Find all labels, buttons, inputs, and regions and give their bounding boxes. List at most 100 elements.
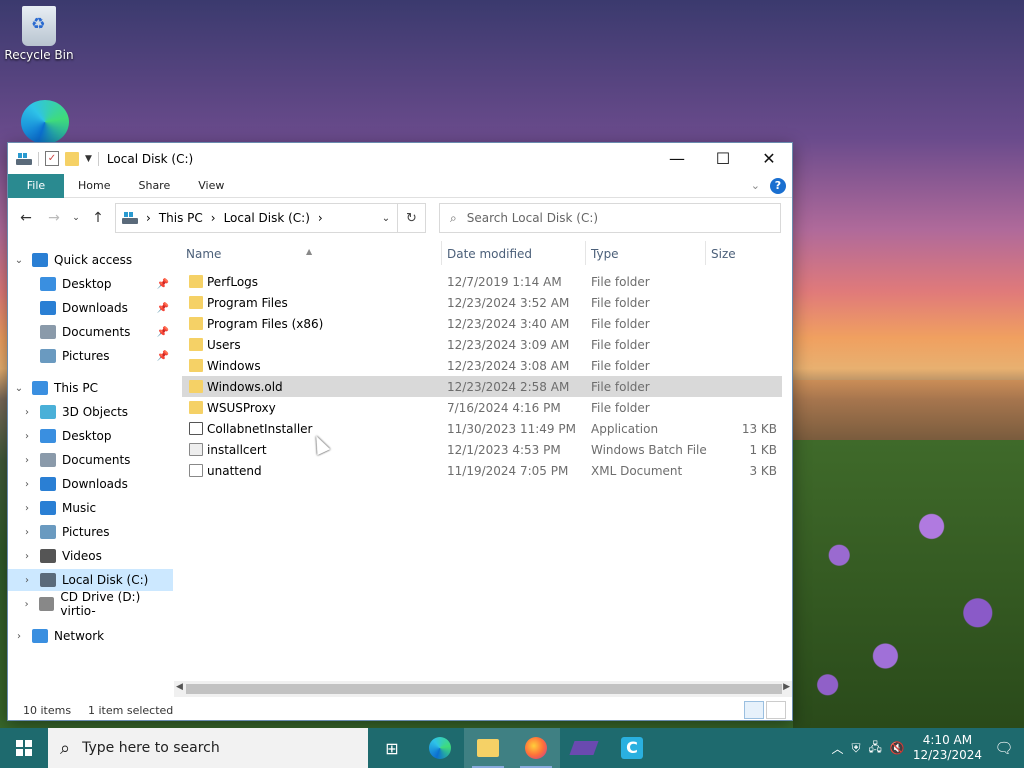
column-name[interactable]: Name	[186, 247, 221, 261]
file-row[interactable]: Windows.old 12/23/2024 2:58 AM File folder	[182, 376, 782, 397]
nav-item-3d-objects[interactable]: › 3D Objects	[8, 401, 173, 423]
start-button[interactable]	[0, 728, 48, 768]
column-size[interactable]: Size	[711, 247, 736, 261]
large-icons-view-button[interactable]	[766, 701, 786, 719]
forward-button[interactable]: →	[42, 206, 66, 230]
scroll-right-icon[interactable]: ▶	[783, 682, 790, 692]
horizontal-scrollbar[interactable]: ◀ ▶	[174, 681, 792, 697]
expand-chevron-icon[interactable]: ›	[20, 431, 34, 442]
edge-taskbar-button[interactable]	[416, 728, 464, 768]
nav-item-downloads[interactable]: Downloads 📌	[8, 297, 173, 319]
expand-chevron-icon[interactable]: ›	[20, 599, 33, 610]
tab-file[interactable]: File	[8, 173, 64, 198]
search-placeholder: Search Local Disk (C:)	[466, 211, 599, 225]
file-type: XML Document	[591, 463, 683, 478]
details-view-button[interactable]	[744, 701, 764, 719]
nav-item-this-pc[interactable]: ⌄ This PC	[8, 377, 173, 399]
file-name: Program Files (x86)	[207, 316, 324, 331]
tab-home[interactable]: Home	[64, 174, 124, 198]
nav-item-label: Downloads	[62, 301, 128, 315]
app-taskbar-button[interactable]	[560, 728, 608, 768]
maximize-button[interactable]: ☐	[700, 143, 746, 174]
c-app-taskbar-button[interactable]: C	[608, 728, 656, 768]
tab-view[interactable]: View	[184, 174, 238, 198]
nav-item-network[interactable]: › Network	[8, 625, 173, 647]
folder-icon	[189, 275, 203, 288]
search-box[interactable]: ⌕ Search Local Disk (C:)	[439, 203, 781, 233]
expand-chevron-icon[interactable]: ›	[20, 551, 34, 562]
nav-item-documents[interactable]: Documents 📌	[8, 321, 173, 343]
security-icon[interactable]: ⛨	[851, 741, 860, 756]
nav-item-music[interactable]: › Music	[8, 497, 173, 519]
properties-icon[interactable]: ✓	[45, 151, 59, 166]
expand-chevron-icon[interactable]: ›	[20, 527, 34, 538]
file-row[interactable]: Program Files 12/23/2024 3:52 AM File fold…	[182, 292, 782, 313]
recycle-bin-desktop-icon[interactable]: Recycle Bin	[4, 6, 74, 62]
nav-item-cd-drive-d-virtio[interactable]: › CD Drive (D:) virtio-	[8, 590, 173, 618]
file-row[interactable]: Windows 12/23/2024 3:08 AM File folder	[182, 355, 782, 376]
app-icon	[569, 741, 599, 755]
nav-item-quick-access[interactable]: ⌄ Quick access	[8, 249, 173, 271]
column-type[interactable]: Type	[591, 247, 619, 261]
firefox-taskbar-button[interactable]	[512, 728, 560, 768]
expand-chevron-icon[interactable]: ›	[20, 479, 34, 490]
edge-desktop-shortcut[interactable]	[10, 100, 80, 144]
desktop-icon	[40, 429, 56, 443]
expand-chevron-icon[interactable]: ›	[20, 407, 34, 418]
nav-item-pictures[interactable]: › Pictures	[8, 521, 173, 543]
documents-icon	[40, 453, 56, 467]
file-row[interactable]: Users 12/23/2024 3:09 AM File folder	[182, 334, 782, 355]
expand-ribbon-chevron-icon[interactable]: ⌄	[751, 179, 760, 192]
customize-toolbar-chevron-icon[interactable]: ▼	[85, 154, 92, 164]
file-row[interactable]: WSUSProxy 7/16/2024 4:16 PM File folder	[182, 397, 782, 418]
local-disk-icon	[40, 573, 56, 587]
breadcrumb-this-pc[interactable]: This PC	[159, 211, 203, 225]
collapse-chevron-icon[interactable]: ⌄	[12, 255, 26, 266]
refresh-button[interactable]: ↻	[397, 204, 425, 232]
file-explorer-taskbar-button[interactable]	[464, 728, 512, 768]
new-folder-icon[interactable]	[65, 151, 79, 166]
file-row[interactable]: unattend 11/19/2024 7:05 PM XML Document 3 …	[182, 460, 782, 481]
notification-center-icon[interactable]: 🗨	[990, 739, 1018, 757]
taskbar-search-box[interactable]: ⌕ Type here to search	[48, 728, 368, 768]
collapse-chevron-icon[interactable]: ›	[12, 631, 26, 642]
scroll-left-icon[interactable]: ◀	[176, 682, 183, 692]
file-row[interactable]: PerfLogs 12/7/2019 1:14 AM File folder	[182, 271, 782, 292]
expand-chevron-icon[interactable]: ›	[20, 455, 34, 466]
task-view-button[interactable]: ⊞	[368, 728, 416, 768]
xml-icon	[189, 464, 203, 477]
expand-chevron-icon[interactable]: ›	[20, 575, 34, 586]
nav-item-documents[interactable]: › Documents	[8, 449, 173, 471]
pictures-icon	[40, 525, 56, 539]
file-row[interactable]: Program Files (x86) 12/23/2024 3:40 AM Fil…	[182, 313, 782, 334]
nav-item-local-disk-c[interactable]: › Local Disk (C:)	[8, 569, 173, 591]
nav-item-desktop[interactable]: Desktop 📌	[8, 273, 173, 295]
collapse-chevron-icon[interactable]: ⌄	[12, 383, 26, 394]
close-button[interactable]: ✕	[746, 143, 792, 174]
file-row[interactable]: installcert 12/1/2023 4:53 PM Windows Batc…	[182, 439, 782, 460]
tab-share[interactable]: Share	[124, 174, 184, 198]
taskbar: ⌕ Type here to search ⊞ C ︿ ⛨ 🖧 🔇 4:10 A…	[0, 728, 1024, 768]
address-bar[interactable]: › This PC › Local Disk (C:) › ⌄ ↻	[115, 203, 426, 233]
volume-muted-icon[interactable]: 🔇	[890, 741, 905, 755]
up-button[interactable]: ↑	[86, 206, 110, 230]
help-icon[interactable]: ?	[770, 177, 786, 194]
title-bar[interactable]: ✓ ▼ Local Disk (C:) — ☐ ✕	[8, 143, 792, 174]
breadcrumb-local-disk[interactable]: Local Disk (C:)	[224, 211, 310, 225]
recent-locations-chevron-icon[interactable]: ⌄	[70, 206, 82, 230]
network-status-icon[interactable]: 🖧	[868, 738, 881, 759]
minimize-button[interactable]: —	[654, 143, 700, 174]
nav-item-label: Videos	[62, 549, 102, 563]
scrollbar-thumb[interactable]	[186, 684, 782, 694]
show-hidden-icons-chevron-icon[interactable]: ︿	[831, 740, 843, 757]
clock[interactable]: 4:10 AM 12/23/2024	[913, 733, 982, 763]
address-dropdown-icon[interactable]: ⌄	[375, 213, 397, 224]
nav-item-videos[interactable]: › Videos	[8, 545, 173, 567]
nav-item-desktop[interactable]: › Desktop	[8, 425, 173, 447]
file-row[interactable]: CollabnetInstaller 11/30/2023 11:49 PM App…	[182, 418, 782, 439]
column-date-modified[interactable]: Date modified	[447, 247, 532, 261]
nav-item-downloads[interactable]: › Downloads	[8, 473, 173, 495]
nav-item-pictures[interactable]: Pictures 📌	[8, 345, 173, 367]
back-button[interactable]: ←	[14, 206, 38, 230]
expand-chevron-icon[interactable]: ›	[20, 503, 34, 514]
